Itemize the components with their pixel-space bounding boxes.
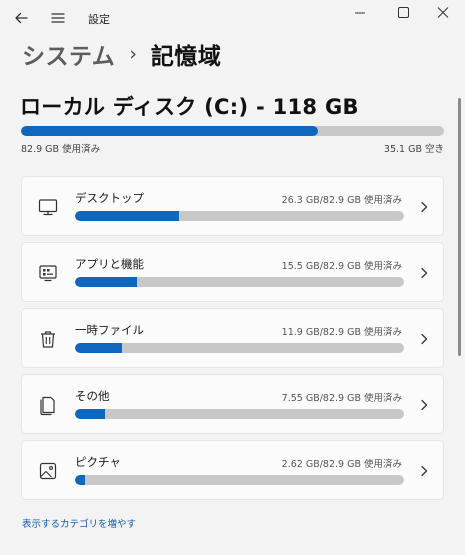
picture-icon [39,462,57,480]
chevron-right-icon [421,465,428,477]
drive-title: ローカル ディスク (C:) - 118 GB [20,95,359,119]
drive-free-label: 35.1 GB 空き [383,144,444,155]
category-usage-bar-fill [75,211,180,221]
page-title: 記憶域 [150,44,222,70]
category-usage-bar [75,475,404,485]
category-usage: 2.62 GB/82.9 GB 使用済み [281,459,402,470]
category-usage-bar [75,343,404,353]
drive-used-label: 82.9 GB 使用済み [21,144,101,155]
category-usage: 7.55 GB/82.9 GB 使用済み [281,393,402,404]
drive-usage-bar [21,126,444,136]
category-usage-bar [75,277,404,287]
back-arrow-icon[interactable] [12,9,30,27]
breadcrumb: システム › 記憶域 [22,37,221,71]
category-usage-bar [75,211,404,221]
title-bar: 設定 [0,0,465,36]
scrollbar[interactable] [458,88,462,356]
category-card-other[interactable]: その他 7.55 GB/82.9 GB 使用済み [21,374,444,434]
document-other-icon [40,396,55,416]
category-card-temp-files[interactable]: 一時ファイル 11.9 GB/82.9 GB 使用済み [21,308,444,368]
category-card-apps[interactable]: アプリと機能 15.5 GB/82.9 GB 使用済み [21,242,444,302]
category-usage: 26.3 GB/82.9 GB 使用済み [281,195,402,206]
breadcrumb-parent-system[interactable]: システム [22,37,115,71]
category-label: アプリと機能 [75,257,144,271]
desktop-monitor-icon [38,199,58,216]
category-label: 一時ファイル [75,323,144,337]
chevron-right-icon [421,399,428,411]
category-usage-bar-fill [75,343,123,353]
category-card-pictures[interactable]: ピクチャ 2.62 GB/82.9 GB 使用済み [21,440,444,500]
drive-usage-bar-fill [21,126,319,136]
chevron-right-icon [421,333,428,345]
category-label: デスクトップ [75,191,144,205]
hamburger-menu-icon[interactable] [49,9,67,27]
show-more-categories-link[interactable]: 表示するカテゴリを増やす [22,516,136,530]
category-card-desktop[interactable]: デスクトップ 26.3 GB/82.9 GB 使用済み [21,176,444,236]
scrollbar-thumb[interactable] [458,98,461,356]
category-usage-bar-fill [75,475,86,485]
chevron-right-icon [421,201,428,213]
maximize-icon[interactable] [388,4,418,22]
close-icon[interactable] [428,4,458,22]
chevron-right-icon [421,267,428,279]
category-usage-bar-fill [75,409,105,419]
category-usage-bar-fill [75,277,137,287]
category-label: その他 [75,389,110,403]
breadcrumb-separator: › [129,43,137,65]
category-label: ピクチャ [75,455,121,469]
category-usage-bar [75,409,404,419]
apps-features-icon [39,265,57,282]
window-title: 設定 [88,13,110,26]
category-usage: 15.5 GB/82.9 GB 使用済み [281,261,402,272]
category-usage: 11.9 GB/82.9 GB 使用済み [281,327,402,338]
trash-icon [41,331,55,348]
minimize-icon[interactable] [345,4,375,22]
